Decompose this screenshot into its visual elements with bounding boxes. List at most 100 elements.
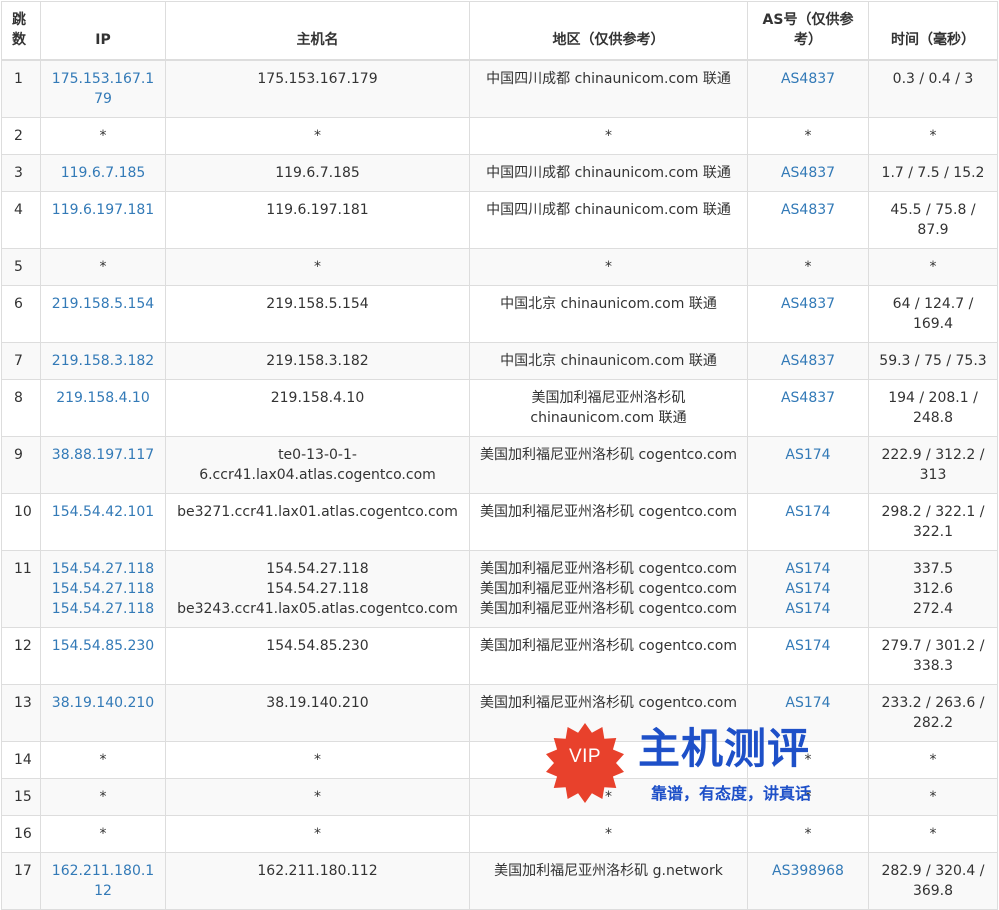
as-value-link[interactable]: AS4837 bbox=[756, 163, 860, 183]
region-value: 美国加利福尼亚州洛杉矶 cogentco.com bbox=[480, 694, 737, 711]
hop-number: 17 bbox=[1, 851, 41, 910]
as-value-link[interactable]: AS174 bbox=[756, 693, 860, 713]
as-value-link[interactable]: AS4837 bbox=[756, 69, 860, 89]
ip-value-link[interactable]: 219.158.3.182 bbox=[49, 351, 157, 371]
ip-value-link[interactable]: 154.54.42.101 bbox=[49, 502, 157, 522]
hostname-cell: * bbox=[165, 116, 470, 155]
ip-value-link[interactable]: 38.19.140.210 bbox=[49, 693, 157, 713]
as-value-link[interactable]: AS174 bbox=[756, 445, 860, 465]
hostname-cell: * bbox=[165, 247, 470, 286]
host-value: 119.6.7.185 bbox=[275, 164, 360, 181]
time-value: * bbox=[929, 127, 937, 144]
as-value-link[interactable]: AS174 bbox=[756, 636, 860, 656]
ip-cell: 154.54.27.118 154.54.27.118 154.54.27.118 bbox=[40, 549, 166, 628]
region-cell: * bbox=[469, 740, 748, 779]
time-cell: 233.2 / 263.6 / 282.2 bbox=[868, 683, 998, 742]
ip-cell: 119.6.197.181 bbox=[40, 190, 166, 249]
as-value-link[interactable]: AS4837 bbox=[756, 200, 860, 220]
time-value: * bbox=[929, 825, 937, 842]
region-cell: 美国加利福尼亚州洛杉矶 cogentco.com bbox=[469, 683, 748, 742]
as-cell: AS4837 bbox=[747, 59, 869, 118]
traceroute-table: 跳数 IP 主机名 地区（仅供参考） AS号（仅供参考） 时间（毫秒） 1 175… bbox=[1, 1, 998, 910]
table-row: 15 * * * * * bbox=[1, 777, 998, 816]
time-cell: 282.9 / 320.4 / 369.8 bbox=[868, 851, 998, 910]
as-value: * bbox=[804, 751, 812, 768]
ip-value: * bbox=[99, 127, 107, 144]
as-cell: AS174 bbox=[747, 626, 869, 685]
region-value: 美国加利福尼亚州洛杉矶 cogentco.com bbox=[480, 637, 737, 654]
as-value-link[interactable]: AS4837 bbox=[756, 351, 860, 371]
as-cell: AS174 bbox=[747, 435, 869, 494]
region-cell: 美国加利福尼亚州洛杉矶 cogentco.com 美国加利福尼亚州洛杉矶 coge… bbox=[469, 549, 748, 628]
as-value-link[interactable]: AS4837 bbox=[756, 294, 860, 314]
host-value: 154.54.27.118 bbox=[266, 580, 369, 597]
region-value: * bbox=[605, 825, 612, 842]
time-value: 337.5 bbox=[912, 560, 954, 577]
as-cell: AS174 AS174 AS174 bbox=[747, 549, 869, 628]
as-value: * bbox=[804, 788, 812, 805]
as-value-link[interactable]: AS174 bbox=[756, 579, 860, 599]
region-value: 美国加利福尼亚州洛杉矶 cogentco.com bbox=[480, 503, 737, 520]
host-value: be3271.ccr41.lax01.atlas.cogentco.com bbox=[177, 503, 458, 520]
as-value-link[interactable]: AS398968 bbox=[756, 861, 860, 881]
region-cell: 美国加利福尼亚州洛杉矶 chinaunicom.com 联通 bbox=[469, 378, 748, 437]
ip-value-link[interactable]: 219.158.4.10 bbox=[49, 388, 157, 408]
ip-value-link[interactable]: 162.211.180.112 bbox=[49, 861, 157, 901]
ip-cell: 119.6.7.185 bbox=[40, 153, 166, 192]
ip-value-link[interactable]: 219.158.5.154 bbox=[49, 294, 157, 314]
table-row: 11 154.54.27.118 154.54.27.118 154.54.27.11… bbox=[1, 549, 998, 628]
ip-cell: * bbox=[40, 814, 166, 853]
ip-value-link[interactable]: 119.6.197.181 bbox=[49, 200, 157, 220]
region-cell: 中国四川成都 chinaunicom.com 联通 bbox=[469, 59, 748, 118]
ip-cell: * bbox=[40, 247, 166, 286]
as-value-link[interactable]: AS174 bbox=[756, 599, 860, 619]
region-cell: * bbox=[469, 116, 748, 155]
table-row: 2 * * * * * bbox=[1, 116, 998, 155]
as-value-link[interactable]: AS4837 bbox=[756, 388, 860, 408]
hop-number: 15 bbox=[1, 777, 41, 816]
ip-value-link[interactable]: 154.54.27.118 bbox=[49, 599, 157, 619]
table-row: 3 119.6.7.185 119.6.7.185 中国四川成都 chinaunico… bbox=[1, 153, 998, 192]
table-row: 9 38.88.197.117 te0-13-0-1-6.ccr41.lax04.a… bbox=[1, 435, 998, 494]
ip-value-link[interactable]: 175.153.167.179 bbox=[49, 69, 157, 109]
hop-number: 4 bbox=[1, 190, 41, 249]
host-value: 154.54.85.230 bbox=[266, 637, 369, 654]
table-row: 1 175.153.167.179 175.153.167.179 中国四川成都 ch… bbox=[1, 59, 998, 118]
time-value: 194 / 208.1 / 248.8 bbox=[888, 389, 978, 426]
ip-cell: 219.158.5.154 bbox=[40, 284, 166, 343]
region-value: * bbox=[605, 127, 612, 144]
host-value: * bbox=[314, 258, 321, 275]
hop-number: 13 bbox=[1, 683, 41, 742]
region-value: 美国加利福尼亚州洛杉矶 g.network bbox=[494, 862, 723, 879]
as-cell: AS4837 bbox=[747, 190, 869, 249]
region-value: * bbox=[605, 258, 612, 275]
ip-value-link[interactable]: 119.6.7.185 bbox=[49, 163, 157, 183]
region-value: 中国北京 chinaunicom.com 联通 bbox=[500, 295, 717, 312]
host-value: 119.6.197.181 bbox=[266, 201, 369, 218]
time-cell: 59.3 / 75 / 75.3 bbox=[868, 341, 998, 380]
ip-cell: 154.54.85.230 bbox=[40, 626, 166, 685]
ip-value-link[interactable]: 38.88.197.117 bbox=[49, 445, 157, 465]
time-cell: 45.5 / 75.8 / 87.9 bbox=[868, 190, 998, 249]
host-value: * bbox=[314, 751, 321, 768]
host-value: 219.158.4.10 bbox=[270, 389, 365, 406]
ip-value-link[interactable]: 154.54.85.230 bbox=[49, 636, 157, 656]
ip-value-link[interactable]: 154.54.27.118 bbox=[49, 579, 157, 599]
host-value: te0-13-0-1-6.ccr41.lax04.atlas.cogentco.… bbox=[199, 446, 436, 483]
as-value-link[interactable]: AS174 bbox=[756, 559, 860, 579]
as-cell: AS398968 bbox=[747, 851, 869, 910]
region-cell: * bbox=[469, 777, 748, 816]
host-value: * bbox=[314, 788, 321, 805]
ip-value-link[interactable]: 154.54.27.118 bbox=[49, 559, 157, 579]
host-value: * bbox=[314, 127, 321, 144]
as-cell: * bbox=[747, 777, 869, 816]
as-value-link[interactable]: AS174 bbox=[756, 502, 860, 522]
table-row: 5 * * * * * bbox=[1, 247, 998, 286]
time-cell: 298.2 / 322.1 / 322.1 bbox=[868, 492, 998, 551]
table-row: 7 219.158.3.182 219.158.3.182 中国北京 chinauni… bbox=[1, 341, 998, 380]
header-region: 地区（仅供参考） bbox=[469, 1, 748, 61]
table-row: 13 38.19.140.210 38.19.140.210 美国加利福尼亚州洛杉矶 … bbox=[1, 683, 998, 742]
host-value: 175.153.167.179 bbox=[257, 70, 378, 87]
ip-cell: 219.158.3.182 bbox=[40, 341, 166, 380]
hop-number: 14 bbox=[1, 740, 41, 779]
